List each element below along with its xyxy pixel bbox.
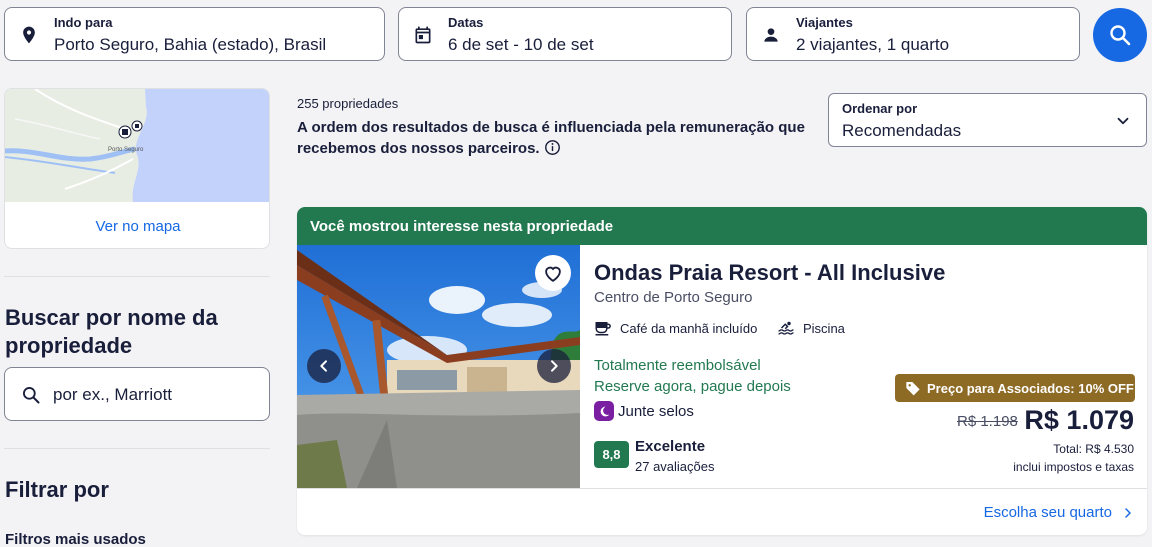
member-price-label: Preço para Associados: 10% OFF xyxy=(927,380,1134,396)
member-price-badge: Preço para Associados: 10% OFF xyxy=(895,374,1135,402)
favorite-button[interactable] xyxy=(535,255,571,291)
total-price: Total: R$ 4.530 xyxy=(1053,442,1134,456)
view-on-map-link[interactable]: Ver no mapa xyxy=(5,202,269,248)
choose-room-link[interactable]: Escolha seu quarto xyxy=(984,504,1134,521)
ranking-disclaimer: A ordem dos resultados de busca é influe… xyxy=(297,117,827,159)
name-search-heading: Buscar por nome da propriedade xyxy=(5,305,218,358)
pool-icon xyxy=(778,321,794,335)
filter-heading: Filtrar por xyxy=(5,477,109,502)
sort-value: Recomendadas xyxy=(842,121,962,140)
stamps-note: Junte selos xyxy=(594,401,694,421)
sort-label: Ordenar por xyxy=(842,101,918,116)
map-thumbnail: Porto Seguro xyxy=(5,89,269,202)
chevron-down-icon xyxy=(1117,117,1129,125)
destination-value: Porto Seguro, Bahia (estado), Brasil xyxy=(54,35,327,54)
info-icon[interactable] xyxy=(544,139,561,156)
results-count: 255 propriedades xyxy=(297,96,399,111)
review-count: 27 avaliações xyxy=(635,459,715,474)
dates-field[interactable]: Datas 6 de set - 10 de set xyxy=(398,7,732,61)
travelers-field[interactable]: Viajantes 2 viajantes, 1 quarto xyxy=(746,7,1080,61)
nightly-price: R$ 1.079 xyxy=(1024,405,1134,435)
map-card[interactable]: Porto Seguro Ver no mapa xyxy=(4,88,270,249)
choose-room-label: Escolha seu quarto xyxy=(983,504,1112,521)
calendar-icon xyxy=(415,26,431,44)
sidebar-divider xyxy=(4,448,270,449)
destination-field[interactable]: Indo para Porto Seguro, Bahia (estado), … xyxy=(4,7,385,61)
popular-filters-heading: Filtros mais usados xyxy=(5,531,146,547)
travelers-label: Viajantes xyxy=(796,15,853,30)
name-search-field[interactable] xyxy=(4,367,270,421)
stamps-label: Junte selos xyxy=(618,402,694,420)
amenity-label: Café da manhã incluído xyxy=(620,320,758,336)
rating-label: Excelente xyxy=(635,438,706,455)
amenity-breakfast: Café da manhã incluído xyxy=(594,319,757,337)
review-score-badge: 8,8 xyxy=(594,441,629,468)
amenity-label: Piscina xyxy=(803,320,845,336)
property-photo[interactable] xyxy=(297,245,580,488)
original-price: R$ 1.198 xyxy=(957,413,1018,430)
sort-dropdown[interactable]: Ordenar por Recomendadas xyxy=(828,93,1147,147)
previous-photo-button[interactable] xyxy=(307,349,341,383)
stamps-icon xyxy=(594,401,614,421)
card-divider xyxy=(297,488,1147,489)
chevron-left-icon xyxy=(320,360,327,372)
travelers-value: 2 viajantes, 1 quarto xyxy=(796,35,950,54)
dates-value: 6 de set - 10 de set xyxy=(448,35,594,54)
chevron-right-icon xyxy=(1125,507,1131,518)
pay-later-note: Reserve agora, pague depois xyxy=(594,378,791,395)
map-city-label: Porto Seguro xyxy=(108,147,144,153)
amenity-pool: Piscina xyxy=(777,319,845,337)
tag-icon xyxy=(906,382,920,396)
dates-label: Datas xyxy=(448,15,484,30)
coffee-cup-icon xyxy=(595,322,611,336)
location-pin-icon xyxy=(23,26,35,44)
name-search-input[interactable] xyxy=(53,380,253,410)
taxes-note: inclui impostos e taxas xyxy=(1013,460,1134,474)
interest-banner: Você mostrou interesse nesta propriedade xyxy=(297,207,1147,245)
next-photo-button[interactable] xyxy=(537,349,571,383)
sidebar-divider xyxy=(4,276,270,277)
destination-label: Indo para xyxy=(54,15,113,30)
property-location: Centro de Porto Seguro xyxy=(594,289,753,306)
person-icon xyxy=(764,28,778,42)
chevron-right-icon xyxy=(551,360,558,372)
heart-icon xyxy=(545,266,561,282)
search-button[interactable] xyxy=(1093,8,1147,62)
search-icon xyxy=(1110,25,1131,46)
property-name[interactable]: Ondas Praia Resort - All Inclusive xyxy=(594,260,945,286)
property-card[interactable]: Você mostrou interesse nesta propriedade xyxy=(297,207,1147,535)
search-icon xyxy=(23,387,40,404)
refund-policy: Totalmente reembolsável xyxy=(594,357,761,374)
